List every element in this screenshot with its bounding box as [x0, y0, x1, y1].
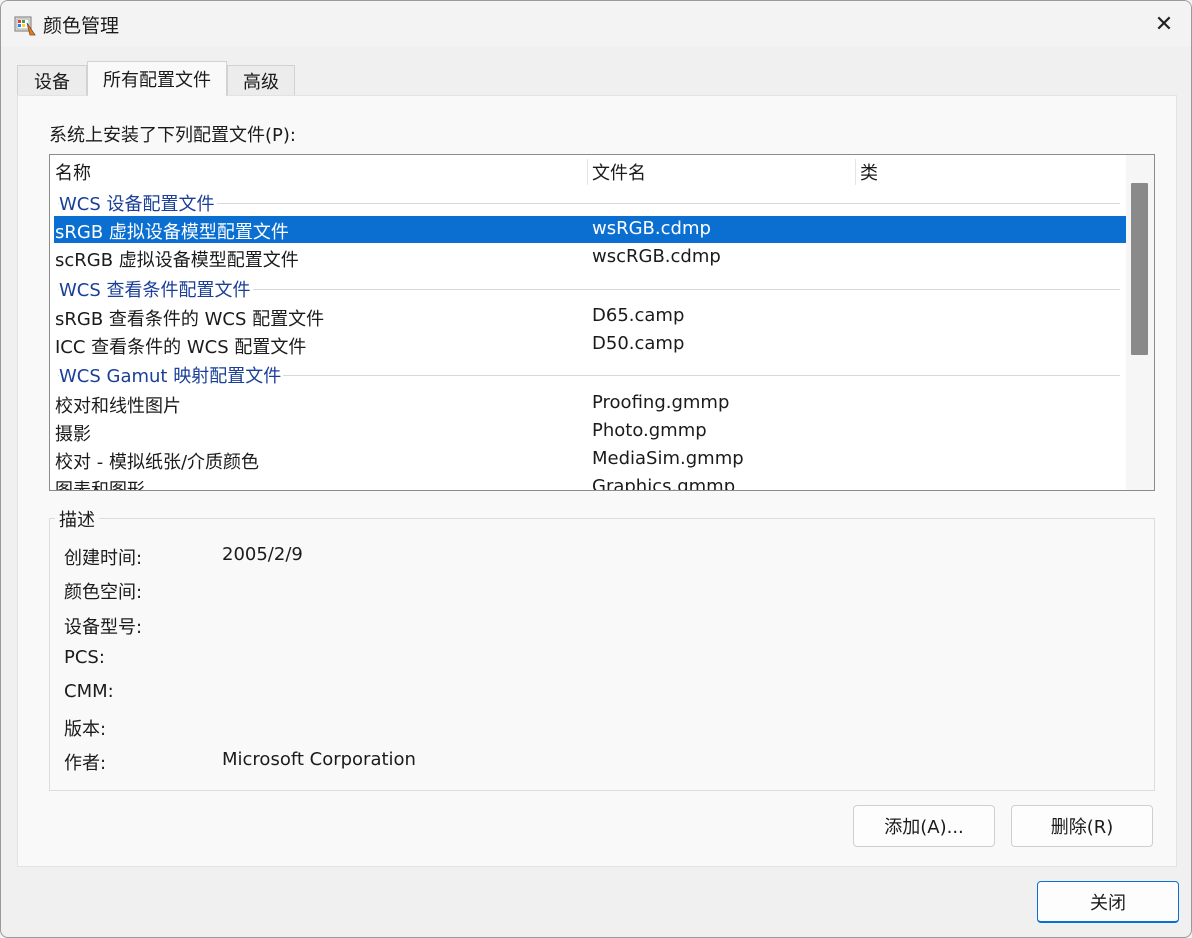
author-value: Microsoft Corporation: [222, 749, 416, 770]
color-space-label: 颜色空间:: [64, 582, 143, 603]
list-item[interactable]: sRGB 虚拟设备模型配置文件 wsRGB.cdmp: [54, 216, 1126, 243]
created-value: 2005/2/9: [222, 544, 303, 565]
list-item[interactable]: sRGB 查看条件的 WCS 配置文件 D65.camp: [54, 303, 1126, 330]
scrollbar-thumb[interactable]: [1131, 183, 1148, 355]
version-label: 版本:: [64, 719, 107, 740]
profile-name: ICC 查看条件的 WCS 配置文件: [55, 337, 307, 358]
profile-name: sRGB 查看条件的 WCS 配置文件: [55, 309, 325, 330]
profile-name: 校对和线性图片: [55, 396, 181, 417]
group-label: WCS 设备配置文件: [59, 190, 217, 216]
tab-devices[interactable]: 设备: [17, 65, 87, 95]
profile-name: sRGB 虚拟设备模型配置文件: [55, 222, 289, 243]
color-management-dialog: 颜色管理 ✕ 设备 所有配置文件 高级 系统上安装了下列配置文件(P): 名称 …: [0, 0, 1192, 938]
profile-list[interactable]: 名称 文件名 类 WCS 设备配置文件 sRGB 虚拟设备模型配置文件 wsRG…: [49, 154, 1155, 491]
color-management-icon: [14, 16, 36, 36]
group-header: WCS 设备配置文件: [50, 189, 1120, 217]
close-button[interactable]: 关闭: [1037, 881, 1179, 923]
group-label: WCS 查看条件配置文件: [59, 276, 253, 302]
profile-list-content: 名称 文件名 类 WCS 设备配置文件 sRGB 虚拟设备模型配置文件 wsRG…: [50, 155, 1126, 490]
device-model-label: 设备型号:: [64, 617, 143, 638]
list-item[interactable]: 图表和图形 Graphics.gmmp: [54, 474, 1126, 490]
column-header-filename[interactable]: 文件名: [592, 155, 646, 189]
group-header: WCS Gamut 映射配置文件: [50, 361, 1120, 389]
list-item[interactable]: 摄影 Photo.gmmp: [54, 418, 1126, 445]
title-bar: 颜色管理 ✕: [1, 1, 1191, 47]
list-item[interactable]: 校对 - 模拟纸张/介质颜色 MediaSim.gmmp: [54, 446, 1126, 473]
tab-strip: 设备 所有配置文件 高级: [17, 61, 1177, 96]
created-label: 创建时间:: [64, 548, 143, 569]
profile-name: 图表和图形: [55, 476, 145, 490]
group-divider: [58, 203, 1120, 204]
profile-filename: Graphics.gmmp: [592, 476, 736, 490]
remove-button[interactable]: 删除(R): [1011, 805, 1153, 847]
profile-name: 摄影: [55, 424, 91, 445]
profile-filename: wscRGB.cdmp: [592, 246, 721, 267]
profile-filename: Proofing.gmmp: [592, 392, 730, 413]
description-title: 描述: [55, 506, 99, 532]
tab-advanced[interactable]: 高级: [227, 65, 295, 95]
column-divider[interactable]: [587, 159, 588, 185]
close-icon[interactable]: ✕: [1147, 9, 1181, 39]
list-item[interactable]: ICC 查看条件的 WCS 配置文件 D50.camp: [54, 331, 1126, 358]
profile-filename: wsRGB.cdmp: [592, 218, 711, 239]
profile-filename: D65.camp: [592, 305, 685, 326]
window-title: 颜色管理: [43, 15, 120, 37]
add-button[interactable]: 添加(A)...: [853, 805, 995, 847]
profile-name: 校对 - 模拟纸张/介质颜色: [55, 452, 260, 473]
profile-filename: D50.camp: [592, 333, 685, 354]
profile-name: scRGB 虚拟设备模型配置文件: [55, 250, 299, 271]
column-divider[interactable]: [855, 159, 856, 185]
list-item[interactable]: 校对和线性图片 Proofing.gmmp: [54, 390, 1126, 417]
author-label: 作者:: [64, 753, 107, 774]
installed-profiles-label: 系统上安装了下列配置文件(P):: [49, 125, 296, 146]
description-groupbox: [49, 518, 1155, 791]
tab-all-profiles[interactable]: 所有配置文件: [87, 61, 227, 96]
pcs-label: PCS:: [64, 647, 105, 668]
column-header-name[interactable]: 名称: [55, 155, 91, 189]
cmm-label: CMM:: [64, 681, 114, 702]
list-item[interactable]: scRGB 虚拟设备模型配置文件 wscRGB.cdmp: [54, 244, 1126, 271]
group-header: WCS 查看条件配置文件: [50, 275, 1120, 303]
group-label: WCS Gamut 映射配置文件: [59, 362, 284, 388]
profile-filename: MediaSim.gmmp: [592, 448, 744, 469]
profile-filename: Photo.gmmp: [592, 420, 707, 441]
vertical-scrollbar[interactable]: [1126, 155, 1154, 490]
column-header-class[interactable]: 类: [860, 155, 878, 189]
